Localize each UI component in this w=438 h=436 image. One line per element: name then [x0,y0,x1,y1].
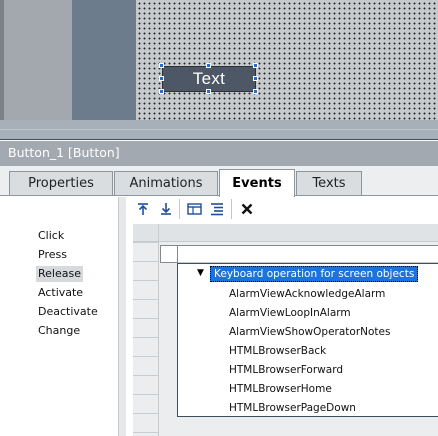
canvas-panel-dark [72,0,136,120]
canvas-button-label: Text [192,69,226,88]
event-press[interactable]: Press [36,247,69,263]
script-icon[interactable] [186,200,204,218]
event-deactivate[interactable]: Deactivate [36,304,100,320]
resize-handle-nw[interactable] [159,63,164,68]
tab-label: Texts [312,176,346,191]
pane-splitter[interactable] [0,120,438,140]
event-change[interactable]: Change [36,323,82,339]
resize-handle-sw[interactable] [159,89,164,94]
function-edit-field[interactable] [178,245,438,263]
tab-events[interactable]: Events [219,169,295,197]
resize-handle-ne[interactable] [253,63,258,68]
tab-label: Animations [129,176,203,191]
tab-label: Events [232,176,282,191]
grid-column-line [158,224,159,436]
function-item[interactable]: AlarmViewLoopInAlarm [229,307,351,319]
function-item[interactable]: AlarmViewShowOperatorNotes [229,326,390,338]
tab-texts[interactable]: Texts [296,171,362,195]
event-release[interactable]: Release [36,266,83,282]
inspector-title: Button_1 [Button] [0,141,438,166]
event-click[interactable]: Click [36,228,66,244]
screen-canvas[interactable]: Text [0,0,438,120]
list-icon[interactable] [208,200,226,218]
resize-handle-n[interactable] [206,63,211,68]
function-item[interactable]: HTMLBrowserPageDown [229,402,356,414]
expand-arrow-icon[interactable]: ▼ [197,268,204,278]
toolbar-separator [231,199,232,219]
canvas-grid [136,0,438,120]
function-item[interactable]: HTMLBrowserBack [229,345,326,357]
function-list-header [133,224,438,242]
function-edit-cell[interactable] [160,245,178,263]
toolbar-separator [179,199,180,219]
resize-handle-se[interactable] [253,89,258,94]
resize-handle-e[interactable] [253,76,258,81]
move-up-icon[interactable] [134,200,152,218]
function-item[interactable]: HTMLBrowserHome [229,383,332,395]
events-scrollbar[interactable] [118,197,126,436]
tab-label: Properties [28,176,94,191]
resize-handle-s[interactable] [206,89,211,94]
delete-icon[interactable] [238,200,256,218]
dropdown-group-keyboard-operation[interactable]: Keyboard operation for screen objects [210,266,419,282]
function-item[interactable]: HTMLBrowserForward [229,364,343,376]
row-numbers [133,242,158,436]
tab-animations[interactable]: Animations [114,171,218,195]
event-activate[interactable]: Activate [36,285,85,301]
function-item[interactable]: AlarmViewAcknowledgeAlarm [229,288,385,300]
resize-handle-w[interactable] [159,76,164,81]
canvas-panel-left [0,0,72,120]
tab-properties[interactable]: Properties [9,171,113,195]
move-down-icon[interactable] [157,200,175,218]
